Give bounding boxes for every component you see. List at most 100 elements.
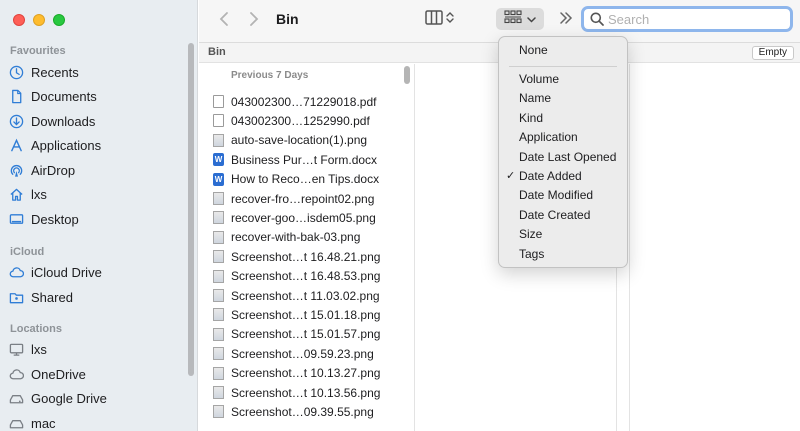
file-row[interactable]: Screenshot…09.59.23.png xyxy=(213,344,374,363)
group-by-button[interactable] xyxy=(496,8,544,30)
zoom-window-button[interactable] xyxy=(53,14,65,26)
file-row[interactable]: 043002300…71229018.pdf xyxy=(213,92,376,111)
forward-button[interactable] xyxy=(244,11,264,31)
close-window-button[interactable] xyxy=(13,14,25,26)
menu-item-application[interactable]: Application xyxy=(499,128,627,147)
empty-bin-button[interactable]: Empty xyxy=(751,46,794,60)
sidebar-section-icloud: iCloud xyxy=(10,246,45,258)
sidebar-item-downloads[interactable]: Downloads xyxy=(8,110,183,132)
sidebar-item-label: mac xyxy=(31,415,56,431)
file-name: Screenshot…t 10.13.56.png xyxy=(231,385,381,400)
file-row[interactable]: recover-fro…repoint02.png xyxy=(213,189,374,208)
menu-item-name[interactable]: Name xyxy=(499,89,627,108)
file-row[interactable]: Screenshot…t 10.13.56.png xyxy=(213,383,380,402)
menu-item-kind[interactable]: Kind xyxy=(499,109,627,128)
cloud-icon xyxy=(8,264,24,280)
menu-item-label: Application xyxy=(519,130,578,145)
file-column: Previous 7 Days 043002300…71229018.pdf 04… xyxy=(199,64,415,431)
file-row[interactable]: recover-goo…isdem05.png xyxy=(213,208,376,227)
word-document-icon: W xyxy=(213,153,224,167)
word-document-icon: W xyxy=(213,172,224,186)
image-file-icon xyxy=(213,250,224,264)
minimize-window-button[interactable] xyxy=(33,14,45,26)
menu-item-tags[interactable]: Tags xyxy=(499,245,627,264)
sidebar-item-recents[interactable]: Recents xyxy=(8,61,183,83)
download-icon xyxy=(8,113,24,129)
file-row[interactable]: W How to Reco…en Tips.docx xyxy=(213,170,379,189)
window-controls xyxy=(13,14,65,26)
sidebar-item-applications[interactable]: Applications xyxy=(8,134,183,156)
back-button[interactable] xyxy=(214,11,234,31)
image-file-icon xyxy=(213,133,224,147)
file-name: recover-fro…repoint02.png xyxy=(231,191,375,206)
file-name: Screenshot…t 11.03.02.png xyxy=(231,288,380,303)
sidebar-item-computer[interactable]: lxs xyxy=(8,338,183,360)
airdrop-icon xyxy=(8,162,24,178)
file-row[interactable]: Screenshot…t 10.13.27.png xyxy=(213,364,380,383)
image-file-icon xyxy=(213,230,224,244)
sidebar-item-mac[interactable]: mac xyxy=(8,412,183,431)
sidebar-item-home[interactable]: lxs xyxy=(8,183,183,205)
sidebar-item-airdrop[interactable]: AirDrop xyxy=(8,159,183,181)
sidebar-item-onedrive[interactable]: OneDrive xyxy=(8,363,183,385)
file-row[interactable]: Screenshot…t 15.01.18.png xyxy=(213,305,380,324)
image-file-icon xyxy=(213,366,224,380)
checkmark-icon: ✓ xyxy=(506,170,516,182)
menu-item-label: Date Last Opened xyxy=(519,149,617,164)
menu-item-volume[interactable]: Volume xyxy=(499,70,627,89)
image-file-icon xyxy=(213,327,224,341)
sidebar-item-google-drive[interactable]: Google Drive xyxy=(8,387,183,409)
file-row[interactable]: Screenshot…09.39.55.png xyxy=(213,402,374,421)
shared-folder-icon xyxy=(8,289,24,305)
window-title: Bin xyxy=(276,11,299,27)
sidebar-section-favourites: Favourites xyxy=(10,45,66,57)
file-row[interactable]: Screenshot…t 15.01.57.png xyxy=(213,325,380,344)
menu-item-label: Volume xyxy=(519,72,560,86)
group-header: Previous 7 Days xyxy=(231,70,309,81)
sidebar-item-documents[interactable]: Documents xyxy=(8,85,183,107)
menu-item-size[interactable]: Size xyxy=(499,225,627,244)
file-row[interactable]: auto-save-location(1).png xyxy=(213,131,367,150)
file-row[interactable]: Screenshot…t 16.48.21.png xyxy=(213,247,380,266)
sidebar-item-shared[interactable]: Shared xyxy=(8,286,183,308)
menu-item-date-modified[interactable]: Date Modified xyxy=(499,186,627,205)
menu-item-label: Date Created xyxy=(519,207,591,222)
search-input[interactable] xyxy=(608,11,778,27)
menu-item-none[interactable]: None xyxy=(499,41,627,60)
chevron-left-icon xyxy=(219,11,229,32)
sidebar-item-label: Documents xyxy=(31,88,97,104)
sidebar-item-label: AirDrop xyxy=(31,162,76,178)
file-name: Screenshot…t 10.13.27.png xyxy=(231,366,381,381)
pdf-file-icon xyxy=(213,95,224,108)
toolbar-overflow-button[interactable] xyxy=(559,11,573,28)
sidebar-item-label: OneDrive xyxy=(31,366,86,382)
computer-icon xyxy=(8,341,24,357)
search-field[interactable] xyxy=(581,6,793,32)
menu-item-date-added[interactable]: ✓ Date Added xyxy=(499,167,627,186)
sidebar-item-icloud-drive[interactable]: iCloud Drive xyxy=(8,261,183,283)
menu-item-date-created[interactable]: Date Created xyxy=(499,206,627,225)
image-file-icon xyxy=(213,269,224,283)
file-column-scrollbar[interactable] xyxy=(404,66,410,84)
menu-item-date-last-opened[interactable]: Date Last Opened xyxy=(499,148,627,167)
sidebar-scrollbar[interactable] xyxy=(188,43,194,376)
file-row[interactable]: W Business Pur…t Form.docx xyxy=(213,150,377,169)
file-row[interactable]: Screenshot…t 16.48.53.png xyxy=(213,267,380,286)
file-name: 043002300…71229018.pdf xyxy=(231,94,377,109)
cloud-icon xyxy=(8,366,24,382)
image-file-icon xyxy=(213,386,224,399)
sidebar-item-desktop[interactable]: Desktop xyxy=(8,208,183,230)
file-name: recover-with-bak-03.png xyxy=(231,230,361,245)
file-row[interactable]: 043002300…1252990.pdf xyxy=(213,111,370,130)
file-row[interactable]: Screenshot…t 11.03.02.png xyxy=(213,286,380,305)
file-name: Screenshot…t 15.01.18.png xyxy=(231,307,381,322)
menu-separator xyxy=(509,66,617,67)
view-mode-button[interactable] xyxy=(425,10,461,30)
disk-icon xyxy=(8,415,24,431)
home-icon xyxy=(8,186,24,202)
menu-item-label: Tags xyxy=(519,246,545,261)
file-name: auto-save-location(1).png xyxy=(231,133,368,148)
file-row[interactable]: recover-with-bak-03.png xyxy=(213,228,360,247)
menu-item-label: Name xyxy=(519,91,552,106)
sidebar-item-label: Shared xyxy=(31,289,73,305)
